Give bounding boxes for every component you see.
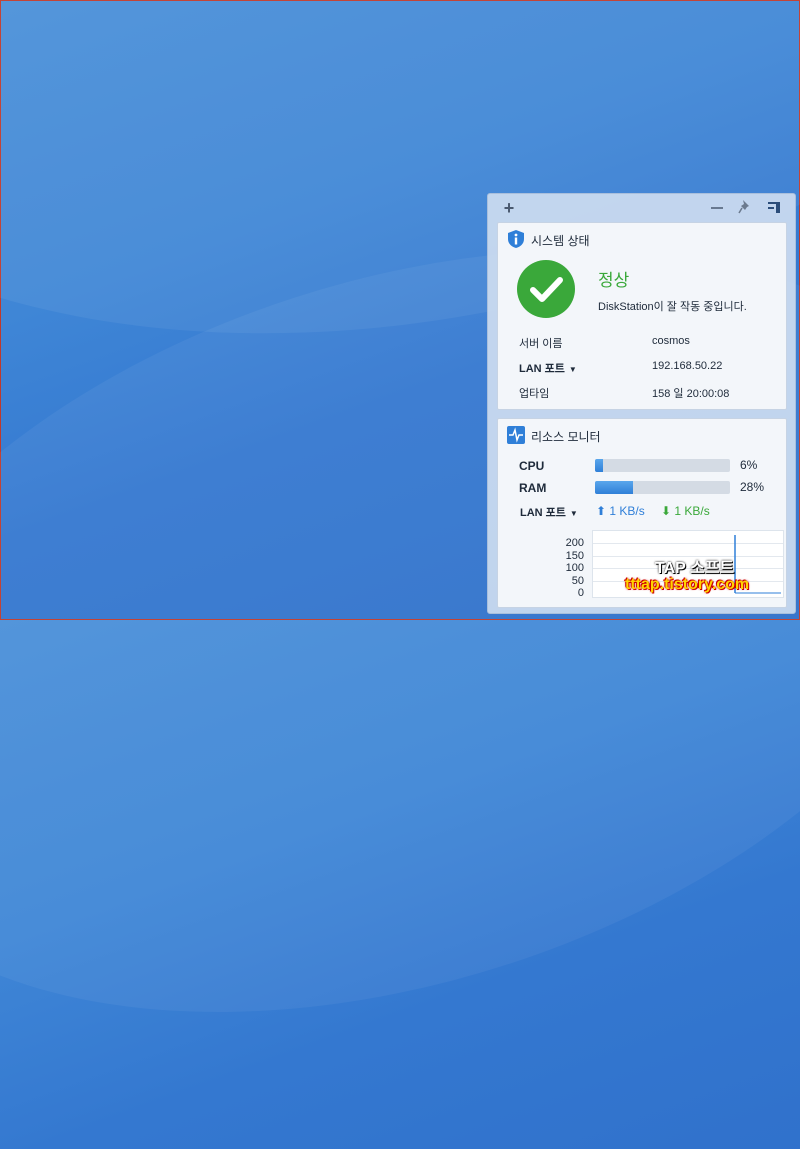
watermark-line2: tttap.tistory.com [625, 576, 750, 593]
system-status-header: 시스템 상태 [507, 229, 590, 252]
y-tick-label: 50 [571, 575, 584, 587]
cpu-usage-bar [595, 459, 730, 472]
lan-port-dropdown[interactable]: LAN 포트 ▼ [519, 360, 577, 376]
y-tick-label: 100 [565, 562, 584, 574]
server-name-value: cosmos [652, 335, 690, 347]
status-text: 정상 [598, 271, 630, 290]
lan-port-selector[interactable]: LAN 포트 ▼ [520, 504, 578, 520]
y-tick-label: 150 [565, 550, 584, 562]
caret-down-icon: ▼ [569, 509, 578, 518]
download-rate-value: 1 KB/s [674, 504, 710, 518]
ram-percent: 28% [740, 480, 765, 494]
status-description: DiskStation이 잘 작동 중입니다. [598, 301, 747, 313]
system-status-title: 시스템 상태 [531, 233, 590, 248]
lan-ip-value: 192.168.50.22 [652, 360, 723, 372]
upload-rate-value: 1 KB/s [609, 504, 645, 518]
status-ok-icon [517, 260, 575, 318]
cpu-usage-fill [595, 459, 604, 472]
arrow-up-icon: ⬆ [596, 504, 607, 518]
minimize-icon[interactable] [708, 199, 726, 217]
cpu-percent: 6% [740, 458, 758, 472]
caret-down-icon: ▼ [568, 365, 577, 374]
server-name-label: 서버 이름 [519, 338, 563, 350]
ram-usage-bar [595, 481, 730, 494]
resource-monitor-header: 리소스 모니터 [507, 425, 601, 447]
download-rate: ⬇ 1 KB/s [661, 504, 710, 518]
uptime-label: 업타임 [519, 388, 550, 400]
widget-toolbar: + [488, 194, 795, 222]
resource-monitor-title: 리소스 모니터 [531, 429, 601, 444]
pulse-monitor-icon [507, 425, 525, 447]
uptime-value: 158 일 20:00:08 [652, 388, 730, 400]
lan-port-label: LAN 포트 [519, 363, 565, 375]
y-tick-label: 200 [565, 537, 584, 549]
info-shield-icon [507, 229, 525, 252]
ram-label: RAM [519, 481, 547, 495]
upload-rate: ⬆ 1 KB/s [596, 504, 645, 518]
ram-usage-fill [595, 481, 633, 494]
lan-port-selector-label: LAN 포트 [520, 507, 566, 519]
widget-panel: + 시스템 상태 정상 DiskStation이 잘 작동 중입니다. 서버 이… [487, 193, 796, 614]
cpu-label: CPU [519, 459, 545, 473]
watermark-line1: TAP 소프트 [655, 560, 735, 577]
y-tick-label: 0 [577, 587, 584, 599]
plus-icon[interactable]: + [500, 199, 518, 217]
layout-icon[interactable] [765, 199, 783, 217]
system-status-panel: 시스템 상태 정상 DiskStation이 잘 작동 중입니다. 서버 이름 … [497, 222, 787, 410]
arrow-down-icon: ⬇ [661, 504, 672, 518]
pin-icon[interactable] [736, 199, 754, 217]
